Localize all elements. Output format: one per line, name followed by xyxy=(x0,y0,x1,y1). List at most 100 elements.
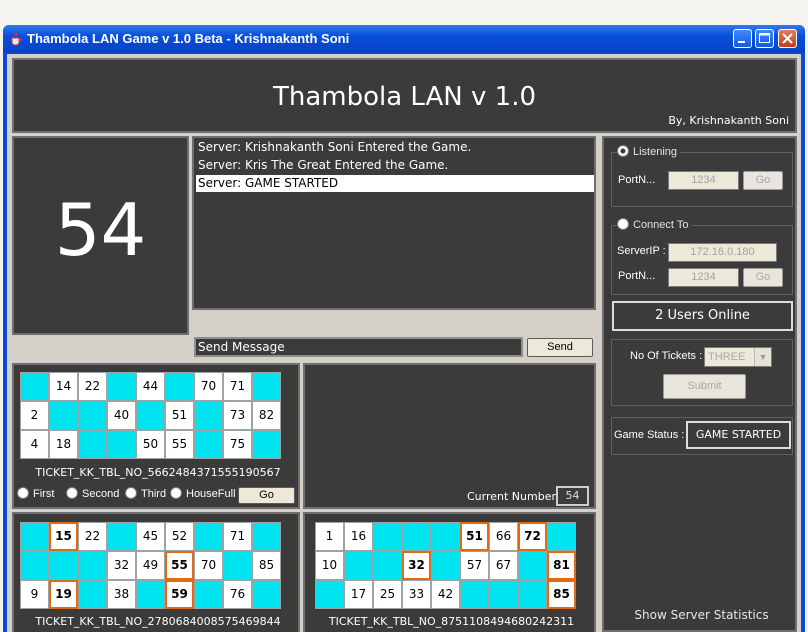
ticket-cell-empty xyxy=(20,522,49,551)
ticket-cell[interactable]: 33 xyxy=(402,580,431,609)
ticket-cell[interactable]: 10 xyxy=(315,551,344,580)
ticket-cell[interactable]: 82 xyxy=(252,401,281,430)
chevron-down-icon[interactable]: ▼ xyxy=(754,348,771,366)
ticket-cell[interactable]: 9 xyxy=(20,580,49,609)
ticket-cell[interactable]: 49 xyxy=(136,551,165,580)
ticket-cell-empty xyxy=(431,522,460,551)
tickets-count-select[interactable]: THREE ▼ xyxy=(704,347,772,367)
ticket-panel-1: 14 22 44 70 71 2 40 51 73 82 4 18 50 55 75 TICKET_KK_T… xyxy=(12,363,300,509)
ticket-cell[interactable]: 38 xyxy=(107,580,136,609)
claim-second-radio[interactable]: Second xyxy=(66,487,119,500)
ticket-panel-3: 1 16 51 66 72 10 32 57 67 81 17 25 33 42 85 TICKET_KK_… xyxy=(303,512,596,632)
ticket-cell-marked[interactable]: 19 xyxy=(49,580,78,609)
ticket-cell[interactable]: 70 xyxy=(194,551,223,580)
server-ip-field[interactable]: 172.16.0.180 xyxy=(668,243,777,262)
maximize-button[interactable] xyxy=(755,29,774,48)
chat-message[interactable]: Server: Krishnakanth Soni Entered the Ga… xyxy=(196,139,594,156)
network-side-panel: Listening PortN... 1234 Go Connect To Se… xyxy=(602,136,797,632)
radio-selected-icon xyxy=(617,145,629,157)
claim-first-radio[interactable]: First xyxy=(17,487,54,500)
listening-radio[interactable]: Listening xyxy=(617,145,681,158)
chat-log[interactable]: Server: Krishnakanth Soni Entered the Ga… xyxy=(192,136,596,310)
ticket-cell[interactable]: 57 xyxy=(460,551,489,580)
ticket-cell[interactable]: 17 xyxy=(344,580,373,609)
ticket-cell[interactable]: 16 xyxy=(344,522,373,551)
connect-port-field[interactable]: 1234 xyxy=(668,268,739,287)
show-server-statistics-link[interactable]: Show Server Statistics xyxy=(604,608,799,622)
ticket-cell[interactable]: 76 xyxy=(223,580,252,609)
ticket-cell[interactable]: 45 xyxy=(136,522,165,551)
connect-go-button[interactable]: Go xyxy=(743,268,783,287)
ticket-cell[interactable]: 55 xyxy=(165,430,194,459)
ticket-cell-marked[interactable]: 81 xyxy=(547,551,576,580)
ticket-cell[interactable]: 1 xyxy=(315,522,344,551)
ticket-cell-empty xyxy=(489,580,518,609)
ticket-cell-marked[interactable]: 15 xyxy=(49,522,78,551)
ticket-cell-empty xyxy=(460,580,489,609)
ticket-cell[interactable]: 66 xyxy=(489,522,518,551)
ticket-cell[interactable]: 2 xyxy=(20,401,49,430)
ticket-cell[interactable]: 70 xyxy=(194,372,223,401)
header-banner: Thambola LAN v 1.0 By, Krishnakanth Soni xyxy=(12,58,797,133)
ticket-cell-empty xyxy=(49,401,78,430)
ticket-cell[interactable]: 25 xyxy=(373,580,402,609)
ticket-cell[interactable]: 71 xyxy=(223,372,252,401)
ticket-cell-empty xyxy=(78,551,107,580)
ticket-cell[interactable]: 52 xyxy=(165,522,194,551)
send-button[interactable]: Send xyxy=(527,338,593,357)
chat-message[interactable]: Server: Kris The Great Entered the Game. xyxy=(196,157,594,174)
ticket-cell-empty xyxy=(373,551,402,580)
listen-go-button[interactable]: Go xyxy=(743,171,783,190)
ticket-cell-empty xyxy=(344,551,373,580)
ticket-cell[interactable]: 32 xyxy=(107,551,136,580)
ticket-cell[interactable]: 14 xyxy=(49,372,78,401)
chat-message-selected[interactable]: Server: GAME STARTED xyxy=(196,175,594,192)
ticket-grid: 14 22 44 70 71 2 40 51 73 82 4 18 50 55 75 xyxy=(20,372,281,459)
ticket-cell-marked[interactable]: 32 xyxy=(402,551,431,580)
close-button[interactable] xyxy=(778,29,797,48)
ticket-cell-empty xyxy=(78,580,107,609)
ticket-cell[interactable]: 4 xyxy=(20,430,49,459)
ticket-cell[interactable]: 75 xyxy=(223,430,252,459)
ticket-cell[interactable]: 51 xyxy=(165,401,194,430)
submit-button[interactable]: Submit xyxy=(663,374,746,399)
ticket-cell[interactable]: 50 xyxy=(136,430,165,459)
ticket-cell-empty xyxy=(252,522,281,551)
ticket-cell-empty xyxy=(518,580,547,609)
ticket-grid: 1 16 51 66 72 10 32 57 67 81 17 25 33 42 85 xyxy=(315,522,576,609)
ticket-cell-empty xyxy=(431,551,460,580)
window-title: Thambola LAN Game v 1.0 Beta - Krishnaka… xyxy=(27,31,350,46)
claim-third-radio[interactable]: Third xyxy=(125,487,166,500)
ticket-go-button[interactable]: Go xyxy=(238,487,295,504)
ticket-cell-marked[interactable]: 59 xyxy=(165,580,194,609)
ticket-cell-marked[interactable]: 72 xyxy=(518,522,547,551)
ticket-cell-marked[interactable]: 85 xyxy=(547,580,576,609)
app-window: Thambola LAN Game v 1.0 Beta - Krishnaka… xyxy=(3,25,805,632)
minimize-button[interactable] xyxy=(733,29,752,48)
message-input[interactable]: Send Message xyxy=(194,337,523,357)
server-ip-label: ServerIP : xyxy=(617,245,666,257)
listen-port-field[interactable]: 1234 xyxy=(668,171,739,190)
ticket-cell-empty xyxy=(373,522,402,551)
ticket-cell-empty xyxy=(136,580,165,609)
ticket-cell-empty xyxy=(223,551,252,580)
ticket-cell[interactable]: 40 xyxy=(107,401,136,430)
minimize-icon xyxy=(738,41,745,43)
connect-to-radio[interactable]: Connect To xyxy=(617,218,692,231)
ticket-cell[interactable]: 22 xyxy=(78,372,107,401)
ticket-cell[interactable]: 67 xyxy=(489,551,518,580)
title-bar[interactable]: Thambola LAN Game v 1.0 Beta - Krishnaka… xyxy=(3,25,805,53)
current-number-label: Current Number : xyxy=(467,490,564,503)
ticket-cell[interactable]: 71 xyxy=(223,522,252,551)
ticket-cell-marked[interactable]: 51 xyxy=(460,522,489,551)
claim-housefull-radio[interactable]: HouseFull xyxy=(170,487,236,500)
ticket-cell[interactable]: 18 xyxy=(49,430,78,459)
ticket-cell[interactable]: 22 xyxy=(78,522,107,551)
ticket-cell[interactable]: 73 xyxy=(223,401,252,430)
ticket-cell-marked[interactable]: 55 xyxy=(165,551,194,580)
ticket-cell[interactable]: 44 xyxy=(136,372,165,401)
game-status-value: GAME STARTED xyxy=(686,421,791,449)
ticket-cell[interactable]: 42 xyxy=(431,580,460,609)
ticket-cell[interactable]: 85 xyxy=(252,551,281,580)
ticket-cell-empty xyxy=(49,551,78,580)
